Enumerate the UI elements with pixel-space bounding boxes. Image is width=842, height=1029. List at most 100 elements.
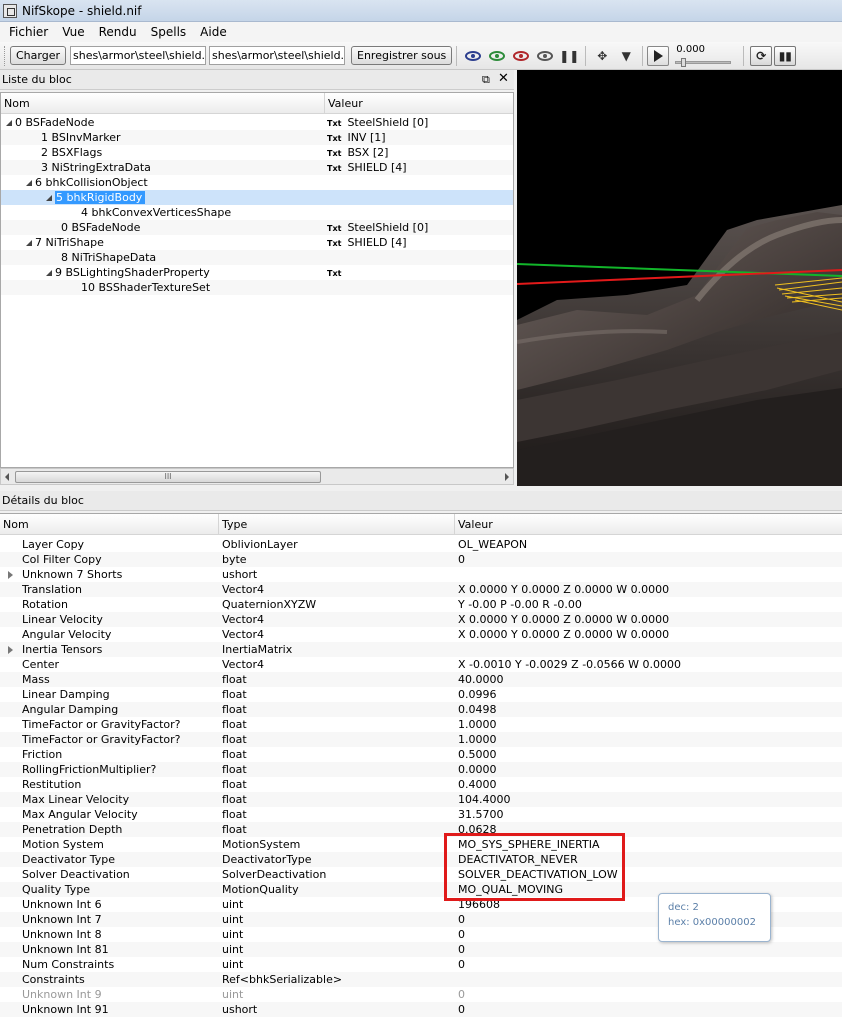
detail-row[interactable]: Restitution float 0.4000: [0, 777, 842, 792]
detail-value[interactable]: 31.5700: [458, 807, 838, 822]
detail-row[interactable]: Friction float 0.5000: [0, 747, 842, 762]
play-button[interactable]: [647, 45, 670, 66]
detail-value[interactable]: OL_WEAPON: [458, 537, 838, 552]
detail-row[interactable]: Unknown 7 Shorts ushort: [0, 567, 842, 582]
column-header-nom[interactable]: Nom: [1, 93, 325, 114]
expand-arrow-icon[interactable]: [46, 195, 52, 201]
menu-vue[interactable]: Vue: [55, 23, 91, 41]
tree-row[interactable]: 0 BSFadeNode Txt SteelShield [0]: [1, 220, 513, 235]
save-as-button[interactable]: Enregistrer sous: [351, 46, 453, 65]
save-path-field[interactable]: shes\armor\steel\shield.nif: [209, 46, 345, 65]
render-viewport[interactable]: [517, 70, 842, 486]
undock-icon[interactable]: ⧉: [482, 73, 490, 87]
expand-arrow-icon[interactable]: [6, 120, 12, 126]
detail-value[interactable]: X 0.0000 Y 0.0000 Z 0.0000 W 0.0000: [458, 582, 838, 597]
detail-value[interactable]: 0: [458, 552, 838, 567]
detail-row[interactable]: Constraints Ref<bhkSerializable>: [0, 972, 842, 987]
detail-row[interactable]: Motion System MotionSystem MO_SYS_SPHERE_I…: [0, 837, 842, 852]
column-header-valeur[interactable]: Valeur: [455, 514, 842, 535]
detail-row[interactable]: Deactivator Type DeactivatorType DEACTIVAT…: [0, 852, 842, 867]
detail-value[interactable]: 0: [458, 912, 838, 927]
detail-value[interactable]: 104.4000: [458, 792, 838, 807]
loop-button[interactable]: ⟳: [750, 45, 773, 66]
detail-value[interactable]: 0: [458, 957, 838, 972]
tree-row[interactable]: 2 BSXFlags Txt BSX [2]: [1, 145, 513, 160]
detail-value[interactable]: X -0.0010 Y -0.0029 Z -0.0566 W 0.0000: [458, 657, 838, 672]
detail-row[interactable]: Unknown Int 91 ushort 0: [0, 1002, 842, 1017]
tree-row[interactable]: 1 BSInvMarker Txt INV [1]: [1, 130, 513, 145]
tree-row[interactable]: 0 BSFadeNode Txt SteelShield [0]: [1, 115, 513, 130]
detail-value[interactable]: 0: [458, 1002, 838, 1017]
detail-row[interactable]: Max Linear Velocity float 104.4000: [0, 792, 842, 807]
detail-row[interactable]: Rotation QuaternionXYZW Y -0.00 P -0.00 R …: [0, 597, 842, 612]
menu-fichier[interactable]: Fichier: [2, 23, 55, 41]
detail-row[interactable]: Linear Velocity Vector4 X 0.0000 Y 0.0000 …: [0, 612, 842, 627]
scrollbar-thumb[interactable]: III: [15, 471, 321, 483]
close-icon[interactable]: ✕: [498, 72, 509, 86]
detail-row[interactable]: Linear Damping float 0.0996: [0, 687, 842, 702]
column-header-type[interactable]: Type: [219, 514, 455, 535]
eye-blue-icon[interactable]: [465, 50, 482, 61]
eye-grey-icon[interactable]: [537, 50, 554, 61]
detail-row[interactable]: RollingFrictionMultiplier? float 0.0000: [0, 762, 842, 777]
expand-arrow-icon[interactable]: [26, 240, 32, 246]
tree-row[interactable]: 3 NiStringExtraData Txt SHIELD [4]: [1, 160, 513, 175]
tree-row[interactable]: 5 bhkRigidBody: [1, 190, 513, 205]
sequence-button[interactable]: ▮▮: [774, 45, 797, 66]
time-slider-thumb[interactable]: [681, 57, 687, 67]
detail-value[interactable]: 0: [458, 987, 838, 1002]
detail-row[interactable]: Unknown Int 81 uint 0: [0, 942, 842, 957]
detail-value[interactable]: 0.0996: [458, 687, 838, 702]
column-header-valeur[interactable]: Valeur: [325, 93, 513, 114]
detail-value[interactable]: 1.0000: [458, 717, 838, 732]
footprint-icon[interactable]: ❚❚: [559, 47, 579, 65]
detail-row[interactable]: Translation Vector4 X 0.0000 Y 0.0000 Z 0.…: [0, 582, 842, 597]
tree-row[interactable]: 7 NiTriShape Txt SHIELD [4]: [1, 235, 513, 250]
expand-arrow-icon[interactable]: [26, 180, 32, 186]
detail-row[interactable]: Center Vector4 X -0.0010 Y -0.0029 Z -0.05…: [0, 657, 842, 672]
detail-row[interactable]: Penetration Depth float 0.0628: [0, 822, 842, 837]
expand-arrow-icon[interactable]: [46, 270, 52, 276]
column-header-nom[interactable]: Nom: [0, 514, 219, 535]
detail-value[interactable]: 0.0000: [458, 762, 838, 777]
detail-row[interactable]: Col Filter Copy byte 0: [0, 552, 842, 567]
detail-value[interactable]: X 0.0000 Y 0.0000 Z 0.0000 W 0.0000: [458, 612, 838, 627]
scroll-left-icon[interactable]: [5, 473, 9, 481]
detail-row[interactable]: Solver Deactivation SolverDeactivation SOL…: [0, 867, 842, 882]
detail-value[interactable]: 0: [458, 927, 838, 942]
detail-row[interactable]: Num Constraints uint 0: [0, 957, 842, 972]
detail-row[interactable]: TimeFactor or GravityFactor? float 1.0000: [0, 732, 842, 747]
detail-value[interactable]: 0.0498: [458, 702, 838, 717]
eye-green-icon[interactable]: [489, 50, 506, 61]
view-dropdown-icon[interactable]: ▼: [617, 47, 635, 65]
detail-value[interactable]: 1.0000: [458, 732, 838, 747]
detail-value[interactable]: Y -0.00 P -0.00 R -0.00: [458, 597, 838, 612]
detail-row[interactable]: Unknown Int 9 uint 0: [0, 987, 842, 1002]
detail-row[interactable]: Inertia Tensors InertiaMatrix: [0, 642, 842, 657]
expand-arrow-icon[interactable]: [8, 646, 13, 654]
tree-row[interactable]: 4 bhkConvexVerticesShape: [1, 205, 513, 220]
menu-rendu[interactable]: Rendu: [92, 23, 144, 41]
detail-row[interactable]: Layer Copy OblivionLayer OL_WEAPON: [0, 537, 842, 552]
toolbar-grip[interactable]: [4, 45, 7, 66]
menu-aide[interactable]: Aide: [193, 23, 234, 41]
detail-row[interactable]: TimeFactor or GravityFactor? float 1.0000: [0, 717, 842, 732]
block-list-hscrollbar[interactable]: III: [0, 468, 514, 485]
tree-row[interactable]: 10 BSShaderTextureSet: [1, 280, 513, 295]
tree-row[interactable]: 8 NiTriShapeData: [1, 250, 513, 265]
scroll-right-icon[interactable]: [505, 473, 509, 481]
detail-row[interactable]: Mass float 40.0000: [0, 672, 842, 687]
detail-value[interactable]: 0.5000: [458, 747, 838, 762]
detail-row[interactable]: Angular Damping float 0.0498: [0, 702, 842, 717]
load-button[interactable]: Charger: [10, 46, 66, 65]
detail-row[interactable]: Angular Velocity Vector4 X 0.0000 Y 0.0000…: [0, 627, 842, 642]
detail-row[interactable]: Max Angular Velocity float 31.5700: [0, 807, 842, 822]
tree-row[interactable]: 6 bhkCollisionObject: [1, 175, 513, 190]
load-path-field[interactable]: shes\armor\steel\shield.nif: [70, 46, 206, 65]
menu-spells[interactable]: Spells: [144, 23, 194, 41]
expand-arrow-icon[interactable]: [8, 571, 13, 579]
eye-red-icon[interactable]: [513, 50, 530, 61]
detail-value[interactable]: 0.4000: [458, 777, 838, 792]
tree-row[interactable]: 9 BSLightingShaderProperty Txt: [1, 265, 513, 280]
move-icon[interactable]: ✥: [593, 47, 611, 65]
